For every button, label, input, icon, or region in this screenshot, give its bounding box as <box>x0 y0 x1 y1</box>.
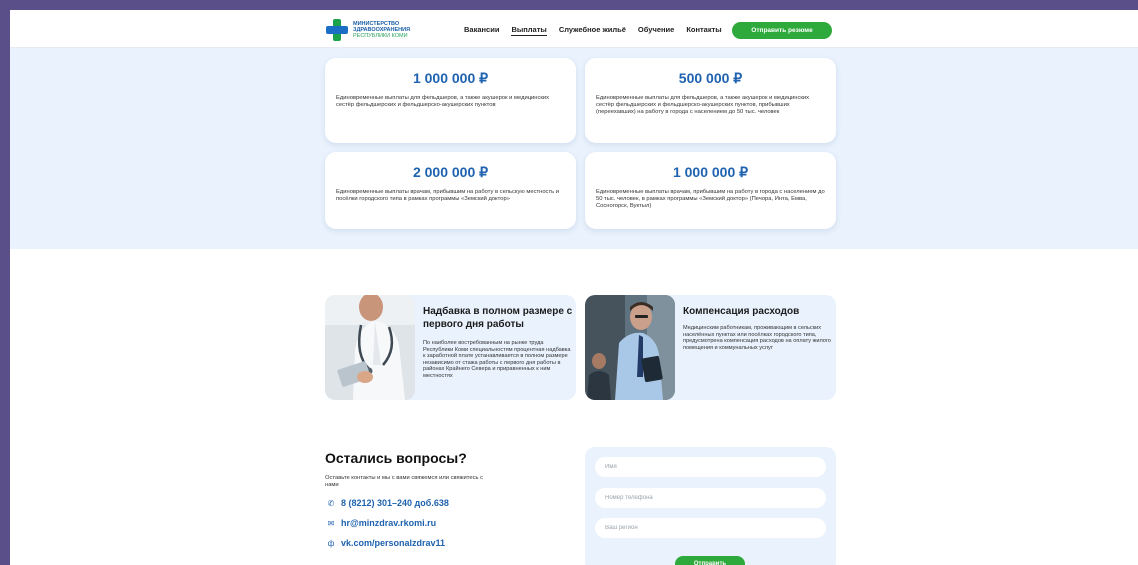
payout-card: 2 000 000 ₽ Единовременные выплаты врача… <box>325 152 576 229</box>
site-logo[interactable]: МИНИСТЕРСТВО ЗДРАВООХРАНЕНИЯ РЕСПУБЛИКИ … <box>326 19 410 41</box>
benefit-title: Компенсация расходов <box>683 306 800 317</box>
email-link[interactable]: hr@minzdrav.rkomi.ru <box>341 518 436 528</box>
payout-description: Единовременные выплаты для фельдшеров, а… <box>596 95 810 115</box>
benefit-card-bonus: Надбавка в полном размере с первого дня … <box>325 295 576 400</box>
phone-number[interactable]: 8 (8212) 301–240 доб.638 <box>341 498 449 508</box>
nav-item-payouts[interactable]: Выплаты <box>511 25 547 36</box>
benefit-text: Медицинским работникам, проживающим в се… <box>683 325 831 351</box>
phone-input[interactable] <box>595 488 826 508</box>
contact-vk[interactable]: ф vk.com/personalzdrav11 <box>325 538 445 548</box>
name-input[interactable] <box>595 457 826 477</box>
payouts-section: 1 000 000 ₽ Единовременные выплаты для ф… <box>10 48 1138 249</box>
benefit-card-compensation: Компенсация расходов Медицинским работни… <box>585 295 836 400</box>
contact-phone[interactable]: ✆ 8 (8212) 301–240 доб.638 <box>325 498 449 508</box>
vk-link[interactable]: vk.com/personalzdrav11 <box>341 538 445 548</box>
nav-item-contacts[interactable]: Контакты <box>686 25 721 36</box>
payout-amount: 1 000 000 ₽ <box>412 70 489 86</box>
payout-card: 1 000 000 ₽ Единовременные выплаты для ф… <box>325 58 576 143</box>
send-resume-button[interactable]: Отправить резюме <box>732 22 832 39</box>
payout-card: 500 000 ₽ Единовременные выплаты для фел… <box>585 58 836 143</box>
payout-card: 1 000 000 ₽ Единовременные выплаты врача… <box>585 152 836 229</box>
businessman-photo <box>585 295 675 400</box>
doctor-photo <box>325 295 415 400</box>
benefit-title: Надбавка в полном размере с первого дня … <box>423 306 573 330</box>
benefit-text: По наиболее востребованным на рынке труд… <box>423 340 571 379</box>
main-nav: Вакансии Выплаты Служебное жильё Обучени… <box>464 25 734 36</box>
payout-amount: 500 000 ₽ <box>678 70 743 86</box>
contact-email[interactable]: ✉ hr@minzdrav.rkomi.ru <box>325 518 437 528</box>
submit-button[interactable]: Отправить <box>675 556 745 565</box>
nav-item-housing[interactable]: Служебное жильё <box>559 25 626 36</box>
logo-line-3: РЕСПУБЛИКИ КОМИ <box>353 33 408 39</box>
site-header: МИНИСТЕРСТВО ЗДРАВООХРАНЕНИЯ РЕСПУБЛИКИ … <box>10 10 1138 48</box>
medical-cross-icon <box>326 19 348 41</box>
payout-description: Единовременные выплаты врачам, прибывшим… <box>336 189 559 202</box>
browser-page: МИНИСТЕРСТВО ЗДРАВООХРАНЕНИЯ РЕСПУБЛИКИ … <box>10 10 1138 565</box>
payout-description: Единовременные выплаты врачам, прибывшим… <box>596 189 825 209</box>
questions-subtitle: Оставьте контакты и мы с вами свяжемся и… <box>325 475 484 488</box>
payout-description: Единовременные выплаты для фельдшеров, а… <box>336 95 550 108</box>
payout-amount: 1 000 000 ₽ <box>672 164 749 180</box>
payout-amount: 2 000 000 ₽ <box>412 164 489 180</box>
region-input[interactable] <box>595 518 826 538</box>
mail-icon: ✉ <box>327 518 335 528</box>
vk-icon: ф <box>327 538 335 548</box>
nav-item-vacancies[interactable]: Вакансии <box>464 25 499 36</box>
contact-form: Отправить <box>585 447 836 565</box>
logo-text: МИНИСТЕРСТВО ЗДРАВООХРАНЕНИЯ РЕСПУБЛИКИ … <box>353 21 410 39</box>
phone-icon: ✆ <box>327 498 335 508</box>
questions-title: Остались вопросы? <box>325 450 467 466</box>
nav-item-training[interactable]: Обучение <box>638 25 674 36</box>
